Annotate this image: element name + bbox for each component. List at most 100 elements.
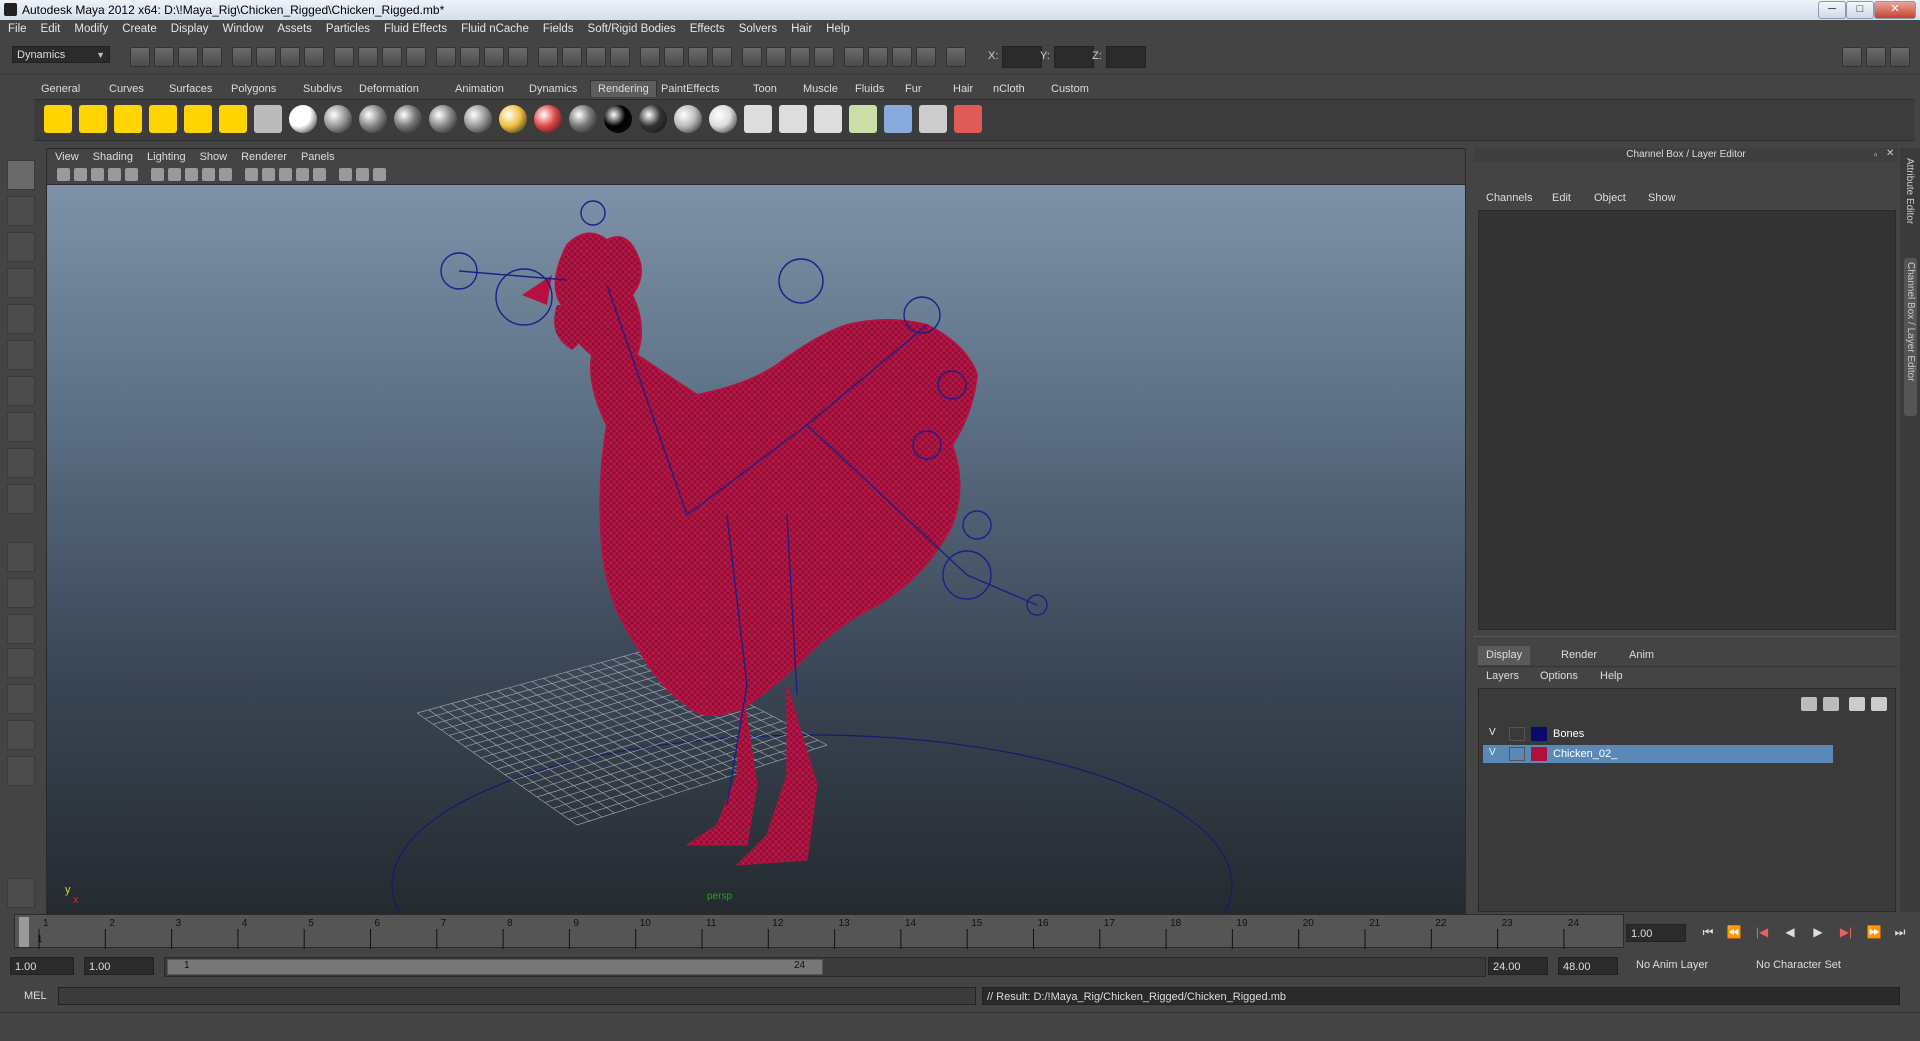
move-down-icon[interactable] (1871, 697, 1887, 711)
lights-icon[interactable] (202, 168, 215, 181)
playback-start-field[interactable]: 1.00 (84, 957, 154, 975)
new-scene-icon[interactable] (130, 47, 150, 67)
scale-tool-icon[interactable] (7, 340, 35, 370)
shelf-tab-dynamics[interactable]: Dynamics (522, 81, 584, 97)
viewport-menu-lighting[interactable]: Lighting (139, 149, 192, 163)
batch-render-icon[interactable] (779, 105, 807, 133)
menu-effects[interactable]: Effects (682, 20, 731, 35)
layer-visibility-toggle[interactable]: V (1489, 727, 1503, 741)
current-time-marker[interactable] (19, 917, 29, 947)
shelf-tab-deformation[interactable]: Deformation (352, 81, 426, 97)
layer-row[interactable]: V Bones (1483, 725, 1833, 743)
layer-menu-help[interactable]: Help (1600, 670, 1623, 682)
close-button[interactable]: ✕ (1874, 1, 1916, 19)
layer-tab-render[interactable]: Render (1553, 646, 1605, 665)
current-time-field[interactable]: 1.00 (1626, 924, 1686, 942)
default-light-icon[interactable] (296, 168, 309, 181)
shelf-tab-custom[interactable]: Custom (1044, 81, 1096, 97)
no-lights-icon[interactable] (356, 168, 369, 181)
wireframe-icon[interactable] (151, 168, 164, 181)
render-settings-icon[interactable] (460, 47, 480, 67)
lasso-tool-icon[interactable] (7, 196, 35, 226)
play-backward-icon[interactable]: ◀ (1780, 924, 1800, 940)
layer-tab-display[interactable]: Display (1478, 646, 1531, 665)
smooth-shade-icon[interactable] (168, 168, 181, 181)
mental-ray-icon[interactable] (919, 105, 947, 133)
shelf-tab-fluids[interactable]: Fluids (848, 81, 891, 97)
menu-solvers[interactable]: Solvers (731, 20, 783, 35)
anisotropic-icon[interactable] (429, 105, 457, 133)
xray-joints-icon[interactable] (279, 168, 292, 181)
outline-shader-icon[interactable] (639, 105, 667, 133)
four-view-layout-icon[interactable] (7, 578, 35, 608)
viewport-menu-panels[interactable]: Panels (293, 149, 341, 163)
hud-icon[interactable] (373, 168, 386, 181)
menu-fields[interactable]: Fields (535, 20, 580, 35)
rotate-tool-icon[interactable] (7, 304, 35, 334)
lock-icon[interactable] (892, 47, 912, 67)
layer-name[interactable]: Bones (1553, 728, 1584, 740)
animation-start-field[interactable]: 1.00 (10, 957, 74, 975)
animation-end-field[interactable]: 48.00 (1558, 957, 1618, 975)
command-input[interactable] (58, 987, 976, 1005)
render-view-icon[interactable] (674, 105, 702, 133)
select-object-icon[interactable] (640, 47, 660, 67)
textured-icon[interactable] (185, 168, 198, 181)
time-slider[interactable]: 1 2 3 4 5 6 7 8 9 10 11 12 13 14 15 16 17 18 19 20 21 22 23 24 … (14, 914, 1624, 949)
save-scene-icon[interactable] (178, 47, 198, 67)
more-layouts-icon[interactable] (7, 756, 35, 786)
layer-color-swatch[interactable] (1531, 727, 1547, 741)
single-perspective-layout-icon[interactable] (7, 542, 35, 572)
channel-box-menu-channels[interactable]: Channels (1486, 192, 1532, 204)
go-to-start-icon[interactable]: ⏮ (1698, 924, 1718, 940)
viewport-menu-shading[interactable]: Shading (85, 149, 139, 163)
camera-icon[interactable] (57, 168, 70, 181)
universal-manip-icon[interactable] (7, 376, 35, 406)
perspective-viewport[interactable]: View Shading Lighting Show Renderer Panels (46, 148, 1466, 914)
menu-fluid-ncache[interactable]: Fluid nCache (453, 20, 535, 35)
create-layer-selected-icon[interactable] (1823, 697, 1839, 711)
layer-visibility-toggle[interactable]: V (1489, 747, 1503, 761)
new-scene-icon[interactable] (538, 47, 558, 67)
shelf-tab-polygons[interactable]: Polygons (224, 81, 283, 97)
layer-playback-toggle[interactable] (1509, 747, 1525, 761)
shelf-tab-animation[interactable]: Animation (448, 81, 511, 97)
menu-modify[interactable]: Modify (66, 20, 114, 35)
black-shader-icon[interactable] (604, 105, 632, 133)
minimize-button[interactable]: ─ (1818, 1, 1846, 19)
shelf-tab-hair[interactable]: Hair (946, 81, 980, 97)
y-field[interactable] (1054, 46, 1094, 68)
film-gate-icon[interactable] (108, 168, 121, 181)
phonge-icon[interactable] (394, 105, 422, 133)
render-icon[interactable] (814, 47, 834, 67)
menu-window[interactable]: Window (214, 20, 269, 35)
close-icon[interactable]: ✕ (1886, 148, 1896, 159)
render-settings-icon[interactable] (868, 47, 888, 67)
history-icon[interactable] (382, 47, 402, 67)
viewport-scene[interactable]: y x persp (47, 185, 1465, 913)
range-slider-track[interactable]: 1 24 (164, 957, 1486, 977)
last-tool-icon[interactable] (7, 484, 35, 514)
tool-settings-toggle-icon[interactable] (1866, 47, 1886, 67)
snap-view-icon[interactable] (766, 47, 786, 67)
menu-assets[interactable]: Assets (269, 20, 318, 35)
layer-menu-options[interactable]: Options (1540, 670, 1578, 682)
history-icon[interactable] (790, 47, 810, 67)
shelf-tab-curves[interactable]: Curves (102, 81, 151, 97)
lock-camera-icon[interactable] (74, 168, 87, 181)
select-component-icon[interactable] (664, 47, 684, 67)
snap-grid-icon[interactable] (688, 47, 708, 67)
select-hierarchy-icon[interactable] (202, 47, 222, 67)
snap-view-icon[interactable] (358, 47, 378, 67)
play-forward-icon[interactable]: ▶ (1808, 924, 1828, 940)
layer-tab-anim[interactable]: Anim (1621, 646, 1662, 665)
menu-display[interactable]: Display (163, 20, 215, 35)
snap-curve-icon[interactable] (304, 47, 324, 67)
lock-icon[interactable] (484, 47, 504, 67)
construction-icon[interactable] (508, 47, 528, 67)
step-back-key-icon[interactable]: ⏪ (1724, 924, 1744, 940)
mel-label[interactable]: MEL (24, 990, 47, 1002)
open-scene-icon[interactable] (562, 47, 582, 67)
new-scene-icon[interactable] (946, 47, 966, 67)
select-hierarchy-icon[interactable] (610, 47, 630, 67)
